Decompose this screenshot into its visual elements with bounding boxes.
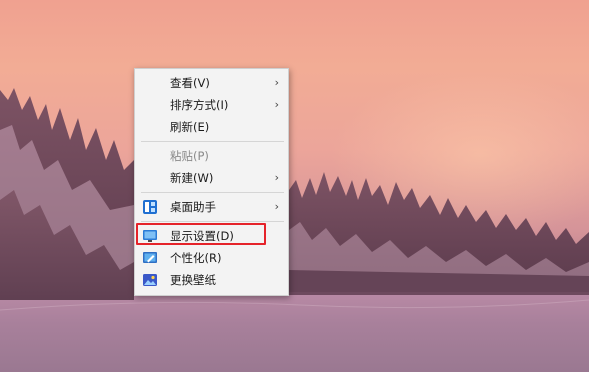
menu-item-sort-by[interactable]: 排序方式(I) › bbox=[136, 93, 287, 117]
chevron-right-icon: › bbox=[274, 171, 279, 184]
chevron-right-icon: › bbox=[274, 200, 279, 213]
wallpaper-icon bbox=[142, 272, 158, 288]
menu-item-label: 更换壁纸 bbox=[170, 273, 216, 287]
desktop-context-menu: 查看(V) › 排序方式(I) › 刷新(E) 粘贴(P) 新建(W) › 桌面… bbox=[134, 68, 289, 296]
menu-separator bbox=[141, 221, 284, 222]
menu-item-label: 刷新(E) bbox=[170, 120, 210, 134]
menu-item-refresh[interactable]: 刷新(E) bbox=[136, 115, 287, 139]
menu-item-new[interactable]: 新建(W) › bbox=[136, 166, 287, 190]
desktop-assistant-icon bbox=[142, 199, 158, 215]
menu-item-label: 个性化(R) bbox=[170, 251, 222, 265]
menu-separator bbox=[141, 192, 284, 193]
highlight-annotation bbox=[136, 223, 266, 245]
personalize-icon bbox=[142, 250, 158, 266]
menu-item-change-wallpaper[interactable]: 更换壁纸 bbox=[136, 268, 287, 292]
menu-item-label: 新建(W) bbox=[170, 171, 214, 185]
menu-item-desktop-assistant[interactable]: 桌面助手 › bbox=[136, 195, 287, 219]
menu-item-label: 排序方式(I) bbox=[170, 98, 229, 112]
menu-item-paste: 粘贴(P) bbox=[136, 144, 287, 168]
menu-item-personalize[interactable]: 个性化(R) bbox=[136, 246, 287, 270]
menu-item-label: 桌面助手 bbox=[170, 200, 216, 214]
menu-separator bbox=[141, 141, 284, 142]
menu-item-label: 查看(V) bbox=[170, 76, 210, 90]
chevron-right-icon: › bbox=[274, 98, 279, 111]
desktop-wallpaper[interactable] bbox=[0, 0, 589, 372]
menu-item-view[interactable]: 查看(V) › bbox=[136, 71, 287, 95]
chevron-right-icon: › bbox=[274, 76, 279, 89]
menu-item-label: 粘贴(P) bbox=[170, 149, 209, 163]
snowy-forest bbox=[0, 88, 589, 311]
